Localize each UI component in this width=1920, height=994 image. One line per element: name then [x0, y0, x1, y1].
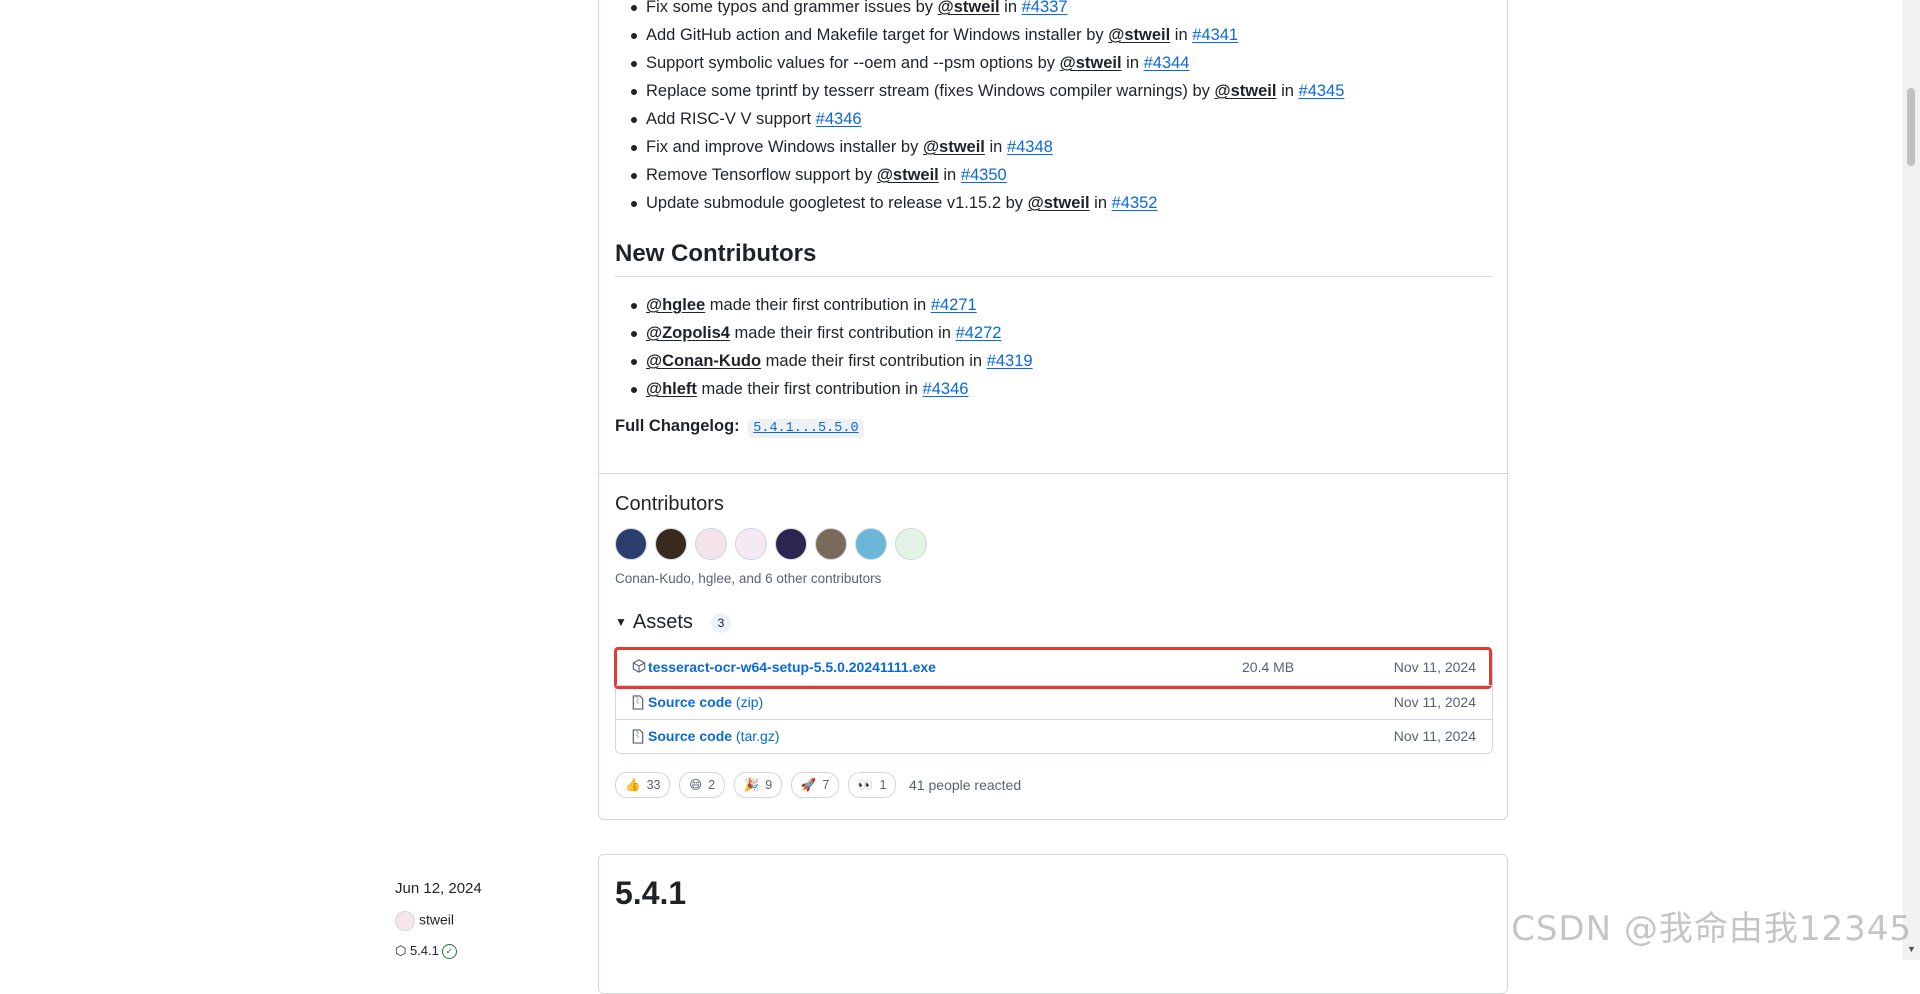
tag-icon: ⬡ — [395, 943, 410, 958]
pr-link[interactable]: #4352 — [1112, 194, 1158, 212]
list-item: Replace some tprintf by tesserr stream (… — [631, 77, 1491, 105]
assets-list: tesseract-ocr-w64-setup-5.5.0.20241111.e… — [614, 647, 1493, 754]
release-date: Jun 12, 2024 — [395, 880, 482, 897]
list-item: Remove Tensorflow support by @stweil in … — [631, 161, 1491, 189]
reaction-tada[interactable]: 🎉 9 — [733, 772, 783, 798]
eyes-icon: 👀 — [857, 778, 874, 792]
list-item: Add RISC-V V support #4346 — [631, 105, 1491, 133]
changelog-compare-link[interactable]: 5.4.1...5.5.0 — [748, 419, 864, 438]
list-item: @Conan-Kudo made their first contributio… — [631, 347, 1491, 375]
assets-title: Assets — [632, 611, 693, 633]
user-link[interactable]: @stweil — [923, 138, 985, 156]
file-zip-icon — [632, 686, 646, 722]
avatar[interactable] — [855, 528, 887, 560]
new-contributors-list: @hglee made their first contribution in … — [631, 291, 1491, 403]
avatar[interactable] — [615, 528, 647, 560]
watermark: CSDN @我命由我12345 — [1511, 909, 1912, 949]
release-author[interactable]: stweil — [395, 911, 454, 931]
user-link[interactable]: @stweil — [1060, 54, 1122, 72]
release-tag[interactable]: ⬡ 5.4.1 ✓ — [395, 943, 457, 960]
tada-icon: 🎉 — [743, 778, 760, 792]
avatar[interactable] — [815, 528, 847, 560]
list-item: Update submodule googletest to release v… — [631, 189, 1491, 217]
reactions-summary: 41 people reacted — [909, 777, 1022, 793]
source-targz-link[interactable]: Source code (tar.gz) — [648, 720, 780, 753]
user-link[interactable]: @Conan-Kudo — [646, 352, 761, 370]
divider — [599, 473, 1509, 474]
user-link[interactable]: @hleft — [646, 380, 697, 398]
avatar[interactable] — [775, 528, 807, 560]
assets-toggle[interactable]: ▼ Assets 3 — [615, 611, 731, 634]
source-zip-link[interactable]: Source code (zip) — [648, 686, 763, 719]
triangle-down-icon: ▼ — [615, 615, 627, 629]
thumbsup-icon: 👍 — [625, 778, 641, 792]
reaction-thumbsup[interactable]: 👍 33 — [615, 772, 671, 798]
user-link[interactable]: @Zopolis4 — [646, 324, 730, 342]
avatar — [395, 911, 415, 931]
reaction-rocket[interactable]: 🚀 7 — [790, 772, 840, 798]
asset-size: 20.4 MB — [1242, 659, 1295, 675]
release-card: Fix some typos and grammer issues by @st… — [598, 0, 1509, 820]
asset-row: tesseract-ocr-w64-setup-5.5.0.20241111.e… — [614, 647, 1492, 689]
pr-link[interactable]: #4346 — [923, 380, 969, 398]
scrollbar-thumb[interactable] — [1907, 88, 1915, 166]
list-item: @Zopolis4 made their first contribution … — [631, 319, 1491, 347]
new-contributors-heading: New Contributors — [615, 240, 1493, 277]
rocket-icon: 🚀 — [800, 778, 817, 792]
release-title[interactable]: 5.4.1 — [615, 875, 686, 912]
user-link[interactable]: @stweil — [1028, 194, 1090, 212]
contributors-summary: Conan-Kudo, hglee, and 6 other contribut… — [615, 571, 882, 586]
list-item: @hleft made their first contribution in … — [631, 375, 1491, 403]
list-item: Fix and improve Windows installer by @st… — [631, 133, 1491, 161]
user-link[interactable]: @stweil — [1108, 26, 1170, 44]
asset-row: Source code (tar.gz) Nov 11, 2024 — [616, 719, 1492, 753]
reactions-bar: 👍 33 😄 2 🎉 9 🚀 7 👀 1 41 people reacted — [615, 772, 1021, 798]
changelog-label: Full Changelog: — [615, 417, 740, 435]
check-circle-icon: ✓ — [441, 944, 457, 960]
asset-date: Nov 11, 2024 — [1393, 694, 1476, 710]
list-item: Fix some typos and grammer issues by @st… — [631, 0, 1491, 21]
user-link[interactable]: @hglee — [646, 296, 705, 314]
pr-link[interactable]: #4272 — [956, 324, 1002, 342]
list-item: Support symbolic values for --oem and --… — [631, 49, 1491, 77]
avatar[interactable] — [655, 528, 687, 560]
contributors-title: Contributors — [615, 493, 724, 515]
full-changelog: Full Changelog: 5.4.1...5.5.0 — [615, 417, 864, 438]
avatar[interactable] — [735, 528, 767, 560]
user-link[interactable]: @stweil — [1215, 82, 1277, 100]
next-release-card: 5.4.1 — [598, 854, 1508, 994]
changes-list: Fix some typos and grammer issues by @st… — [631, 0, 1491, 217]
reaction-eyes[interactable]: 👀 1 — [847, 772, 897, 798]
package-icon — [632, 649, 646, 686]
avatar[interactable] — [695, 528, 727, 560]
user-link[interactable]: @stweil — [938, 0, 1000, 16]
user-link[interactable]: @stweil — [877, 166, 939, 184]
pr-link[interactable]: #4344 — [1144, 54, 1190, 72]
avatar[interactable] — [895, 528, 927, 560]
file-zip-icon — [632, 720, 646, 756]
asset-date: Nov 11, 2024 — [1393, 728, 1476, 744]
smile-icon: 😄 — [689, 778, 703, 792]
list-item: @hglee made their first contribution in … — [631, 291, 1491, 319]
pr-link[interactable]: #4348 — [1007, 138, 1053, 156]
assets-count-badge: 3 — [710, 612, 731, 633]
pr-link[interactable]: #4346 — [816, 110, 862, 128]
pr-link[interactable]: #4271 — [931, 296, 977, 314]
pr-link[interactable]: #4345 — [1299, 82, 1345, 100]
asset-date: Nov 11, 2024 — [1393, 659, 1476, 675]
list-item: Add GitHub action and Makefile target fo… — [631, 21, 1491, 49]
reaction-smile[interactable]: 😄 2 — [679, 772, 726, 798]
pr-link[interactable]: #4341 — [1192, 26, 1238, 44]
pr-link[interactable]: #4319 — [987, 352, 1033, 370]
pr-link[interactable]: #4350 — [961, 166, 1007, 184]
asset-row: Source code (zip) Nov 11, 2024 — [616, 685, 1492, 719]
scrollbar[interactable]: ▼ — [1903, 0, 1920, 960]
asset-download-link[interactable]: tesseract-ocr-w64-setup-5.5.0.20241111.e… — [648, 649, 936, 685]
pr-link[interactable]: #4337 — [1022, 0, 1068, 16]
